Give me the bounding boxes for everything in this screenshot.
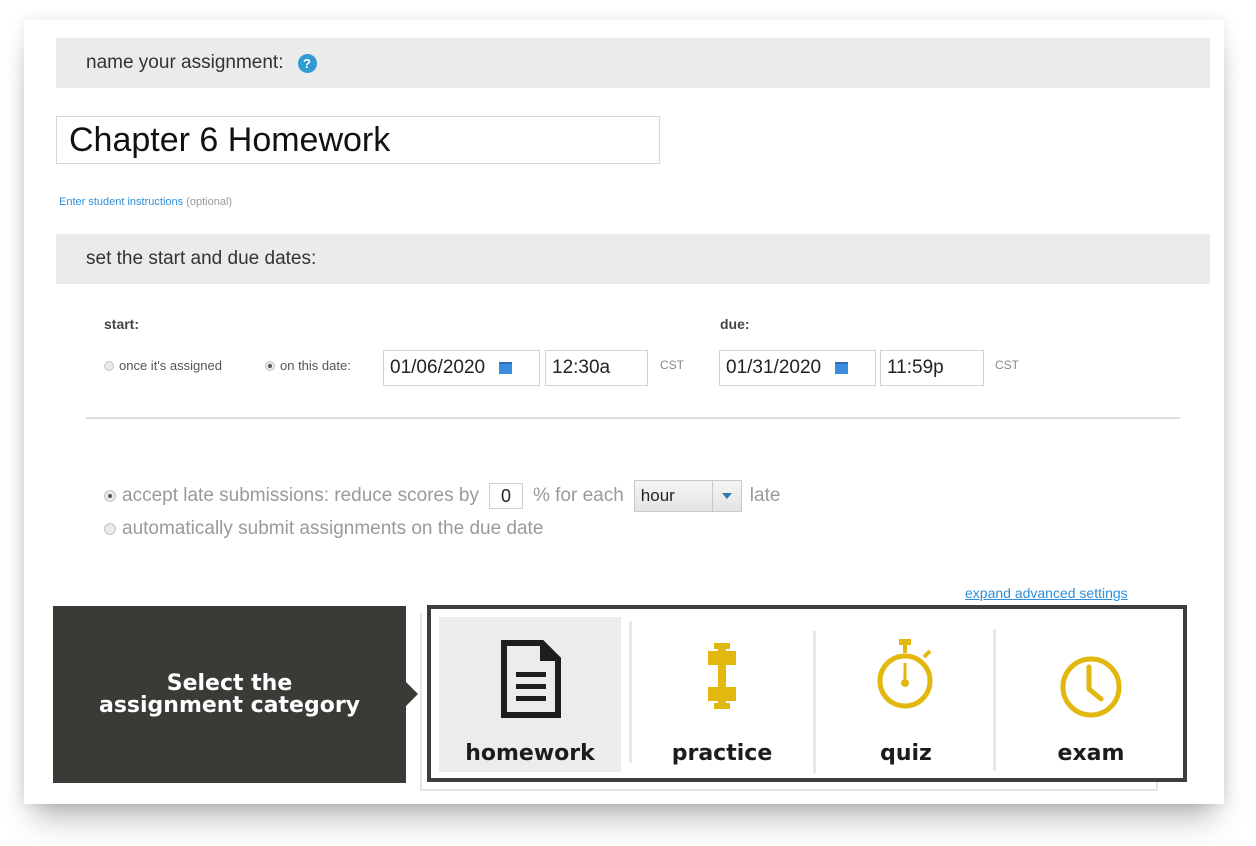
due-time-input[interactable]: 11:59p: [880, 350, 984, 386]
late-period-value: hour: [640, 486, 675, 505]
start-time-value: 12:30a: [552, 357, 611, 378]
category-homework[interactable]: homework: [439, 617, 621, 772]
late-accept-row: accept late submissions: reduce scores b…: [104, 480, 780, 512]
optional-label: (optional): [186, 196, 233, 208]
enter-instructions-link[interactable]: Enter student instructions: [59, 196, 183, 208]
category-label: quiz: [880, 741, 932, 766]
help-icon[interactable]: ?: [297, 53, 317, 73]
radio-assigned-label: once it's assigned: [119, 358, 222, 373]
radio-auto-submit[interactable]: [104, 523, 116, 535]
dates-section-header: set the start and due dates:: [56, 234, 1210, 284]
dates-section-title: set the start and due dates:: [86, 248, 317, 269]
expand-advanced-settings-link[interactable]: expand advanced settings: [965, 585, 1128, 601]
calendar-icon[interactable]: [499, 362, 513, 374]
start-timezone: CST: [660, 358, 684, 372]
category-label: exam: [1057, 741, 1125, 766]
stopwatch-icon: [877, 639, 933, 709]
due-time-value: 11:59p: [887, 357, 944, 378]
percent-each-label: % for each: [532, 485, 624, 506]
category-label: practice: [671, 741, 773, 766]
category-practice[interactable]: practice: [635, 617, 809, 772]
due-label: due:: [720, 316, 750, 332]
auto-submit-label: automatically submit assignments on the …: [122, 518, 544, 539]
radio-on-date-label: on this date:: [280, 358, 351, 373]
accept-late-label: accept late submissions: reduce scores b…: [122, 485, 479, 506]
auto-submit-row: automatically submit assignments on the …: [104, 518, 543, 540]
due-timezone: CST: [995, 358, 1019, 372]
radio-on-date[interactable]: [265, 360, 275, 371]
due-date-input[interactable]: 01/31/2020: [719, 350, 876, 386]
late-period-select[interactable]: hour: [633, 480, 742, 512]
start-date-value: 01/06/2020: [390, 357, 486, 378]
radio-accept-late[interactable]: [104, 490, 116, 502]
callout-line-1: Select the: [166, 670, 293, 696]
callout-arrow: [406, 682, 418, 706]
due-date-value: 01/31/2020: [726, 357, 822, 378]
section-divider: [86, 417, 1180, 419]
name-section-header: name your assignment: ?: [56, 38, 1210, 88]
start-date-input[interactable]: 01/06/2020: [383, 350, 540, 386]
reduce-percent-input[interactable]: 0: [488, 483, 523, 509]
start-time-input[interactable]: 12:30a: [545, 350, 648, 386]
category-callout: Select the assignment category: [53, 606, 406, 783]
start-option-date[interactable]: on this date:: [265, 358, 351, 373]
category-label: homework: [465, 741, 595, 766]
category-quiz[interactable]: quiz: [819, 617, 993, 772]
assignment-settings-card: name your assignment: ? Enter student in…: [24, 20, 1224, 804]
category-separator: [993, 629, 996, 771]
category-separator: [813, 631, 816, 773]
radio-assigned[interactable]: [104, 360, 114, 371]
late-suffix-label: late: [749, 485, 781, 506]
start-label: start:: [104, 316, 140, 332]
calendar-icon[interactable]: [835, 362, 849, 374]
callout-line-2: assignment category: [98, 692, 361, 718]
student-instructions: Enter student instructions (optional): [59, 196, 232, 208]
name-section-title: name your assignment:: [86, 52, 284, 73]
category-selector: homework practice quiz exam: [427, 605, 1187, 782]
dropdown-button[interactable]: [711, 481, 741, 511]
category-separator: [629, 621, 632, 763]
dumbbell-icon: [708, 643, 736, 709]
category-exam[interactable]: exam: [999, 617, 1183, 772]
assignment-name-input[interactable]: [56, 116, 660, 164]
caret-down-icon: [721, 493, 732, 499]
clock-icon: [1060, 656, 1122, 718]
start-option-assigned[interactable]: once it's assigned: [104, 358, 222, 373]
document-icon: [501, 640, 561, 718]
